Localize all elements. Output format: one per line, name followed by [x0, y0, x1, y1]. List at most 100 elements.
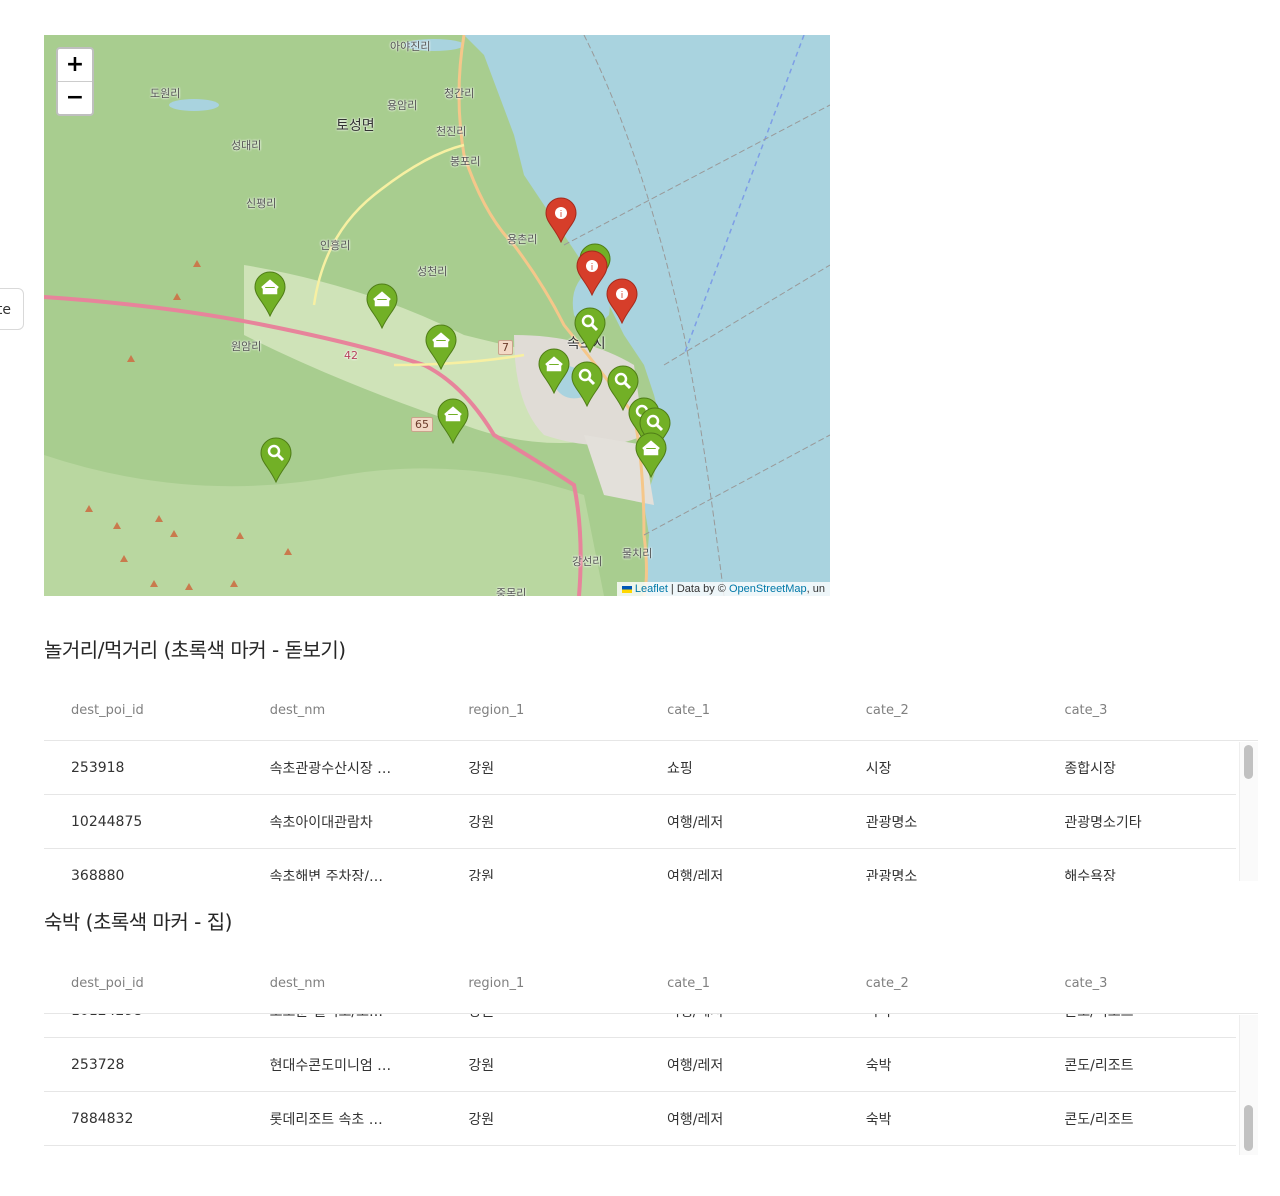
cell-cate-1: 쇼핑	[667, 760, 693, 777]
home-marker-icon[interactable]	[634, 432, 668, 478]
cell-region: 강원	[468, 814, 495, 831]
cell-poi-id: 7884832	[71, 1110, 134, 1127]
table-scrollbar[interactable]	[1239, 1015, 1258, 1155]
place-label: 중목리	[496, 587, 527, 596]
scrollbar-thumb[interactable]	[1244, 1105, 1253, 1151]
search-marker-icon[interactable]	[570, 361, 604, 407]
cell-dest-name: 속초해변 주차장/속초해수욕장	[269, 868, 442, 882]
home-marker-icon[interactable]	[436, 398, 470, 444]
cell-cate-2: 숙박	[865, 1057, 892, 1074]
place-label: 봉포리	[450, 155, 481, 168]
column-header[interactable]: dest_nm	[243, 976, 442, 991]
cell-poi-id: 10244875	[71, 813, 143, 830]
table-row[interactable]: 7884832 롯데리조트 속초 지하주차장 강원 여행/레저 숙박 콘도/리조…	[44, 1092, 1236, 1146]
table-scrollbar[interactable]	[1239, 742, 1258, 881]
info-marker-icon[interactable]: i	[575, 250, 609, 296]
place-label: 원암리	[231, 340, 262, 353]
column-header[interactable]: region_1	[441, 703, 640, 718]
cell-region: 강원	[468, 868, 495, 882]
map-attribution: Leaflet | Data by © OpenStreetMap, un	[616, 582, 830, 596]
column-header[interactable]: cate_3	[1037, 976, 1236, 991]
place-label: 용암리	[387, 99, 418, 112]
table-row[interactable]: 253728 현대수콘도미니엄 주차장 강원 여행/레저 숙박 콘도/리조트	[44, 1038, 1236, 1092]
lodging-table: dest_poi_id dest_nm region_1 cate_1 cate…	[44, 953, 1258, 1155]
map-tiles	[44, 35, 830, 596]
side-panel-button[interactable]: te	[0, 288, 24, 330]
cell-cate-1: 여행/레저	[667, 814, 724, 831]
info-marker-icon[interactable]: i	[544, 197, 578, 243]
cell-region: 강원	[468, 1057, 495, 1074]
cell-dest-name: 속초관광수산시장 주차장	[269, 760, 416, 777]
cell-cate-1: 여행/레저	[667, 868, 724, 882]
section-title-activities: 놀거리/먹거리 (초록색 마커 - 돋보기)	[44, 638, 346, 662]
zoom-in-button[interactable]: +	[58, 49, 92, 81]
ukraine-flag-icon	[621, 585, 632, 593]
attribution-text: | Data by ©	[667, 583, 729, 595]
cell-dest-name: 현대수콘도미니엄 주차장	[269, 1057, 416, 1074]
info-marker-icon[interactable]: i	[605, 278, 639, 324]
leaflet-link[interactable]: Leaflet	[635, 583, 668, 595]
column-header[interactable]: dest_poi_id	[44, 976, 243, 991]
column-header[interactable]: region_1	[441, 976, 640, 991]
svg-text:i: i	[621, 291, 624, 301]
home-marker-icon[interactable]	[537, 348, 571, 394]
section-title-lodging: 숙박 (초록색 마커 - 집)	[44, 910, 232, 934]
svg-text:i: i	[591, 263, 594, 273]
place-label: 도원리	[150, 87, 181, 100]
place-label: 신평리	[246, 197, 277, 210]
table-header: dest_poi_id dest_nm region_1 cate_1 cate…	[44, 953, 1258, 1014]
cell-cate-2: 관광명소	[865, 814, 918, 831]
road-shield: 65	[411, 417, 433, 432]
home-marker-icon[interactable]	[424, 324, 458, 370]
cell-cate-2: 숙박	[865, 1111, 892, 1128]
place-label: 성천리	[417, 265, 448, 278]
column-header[interactable]: cate_1	[640, 976, 839, 991]
table-header: dest_poi_id dest_nm region_1 cate_1 cate…	[44, 680, 1258, 741]
osm-link[interactable]: OpenStreetMap	[729, 583, 807, 595]
cell-cate-2: 관광명소	[865, 868, 918, 882]
cell-region: 강원	[468, 760, 495, 777]
place-label: 인흥리	[320, 239, 351, 252]
column-header[interactable]: cate_2	[839, 976, 1038, 991]
cell-cate-1: 여행/레저	[667, 1111, 724, 1128]
attribution-tail: , un	[806, 583, 825, 595]
place-label: 물치리	[622, 547, 653, 560]
table-row[interactable]: 10244875 속초아이대관람차 강원 여행/레저 관광명소 관광명소기타	[44, 795, 1236, 849]
column-header[interactable]: cate_1	[640, 703, 839, 718]
cell-cate-3: 종합시장	[1064, 760, 1116, 777]
table-row[interactable]: 368880 속초해변 주차장/속초해수욕장 강원 여행/레저 관광명소 해수욕…	[44, 849, 1236, 882]
zoom-out-button[interactable]: −	[58, 81, 92, 114]
home-marker-icon[interactable]	[253, 271, 287, 317]
cell-cate-3: 콘도/리조트	[1064, 1111, 1134, 1128]
cell-poi-id: 253918	[71, 759, 125, 776]
column-header[interactable]: cate_2	[839, 703, 1038, 718]
scrollbar-thumb[interactable]	[1244, 745, 1253, 779]
place-label: 청간리	[444, 87, 475, 100]
table-row[interactable]: 253918 속초관광수산시장 주차장 강원 쇼핑 시장 종합시장	[44, 741, 1236, 795]
cell-poi-id: 253728	[71, 1056, 125, 1073]
search-marker-icon[interactable]	[573, 307, 607, 353]
road-shield: 7	[498, 340, 513, 355]
home-marker-icon[interactable]	[365, 283, 399, 329]
road-shield: 42	[344, 349, 358, 362]
column-header[interactable]: dest_poi_id	[44, 703, 243, 718]
cell-cate-2: 시장	[865, 760, 892, 777]
cell-cate-3: 콘도/리조트	[1064, 1057, 1134, 1074]
cell-dest-name: 속초아이대관람차	[269, 814, 373, 831]
place-label: 용촌리	[507, 233, 538, 246]
zoom-control: + −	[56, 47, 94, 116]
map[interactable]: 아야진리 도원리 청간리 용암리 토성면 천진리 성대리 봉포리 신평리 용촌리…	[44, 35, 830, 596]
place-label: 성대리	[231, 139, 262, 152]
place-label: 아야진리	[390, 40, 431, 53]
cell-dest-name: 롯데리조트 속초 지하주차장	[269, 1111, 434, 1128]
column-header[interactable]: cate_3	[1037, 703, 1236, 718]
search-marker-icon[interactable]	[259, 437, 293, 483]
place-label: 토성면	[336, 118, 375, 134]
svg-text:i: i	[560, 210, 563, 220]
activities-table: dest_poi_id dest_nm region_1 cate_1 cate…	[44, 680, 1258, 881]
cell-cate-3: 관광명소기타	[1064, 814, 1142, 831]
cell-poi-id: 368880	[71, 867, 125, 882]
place-label: 강선리	[572, 555, 603, 568]
cell-cate-1: 여행/레저	[667, 1057, 724, 1074]
column-header[interactable]: dest_nm	[243, 703, 442, 718]
